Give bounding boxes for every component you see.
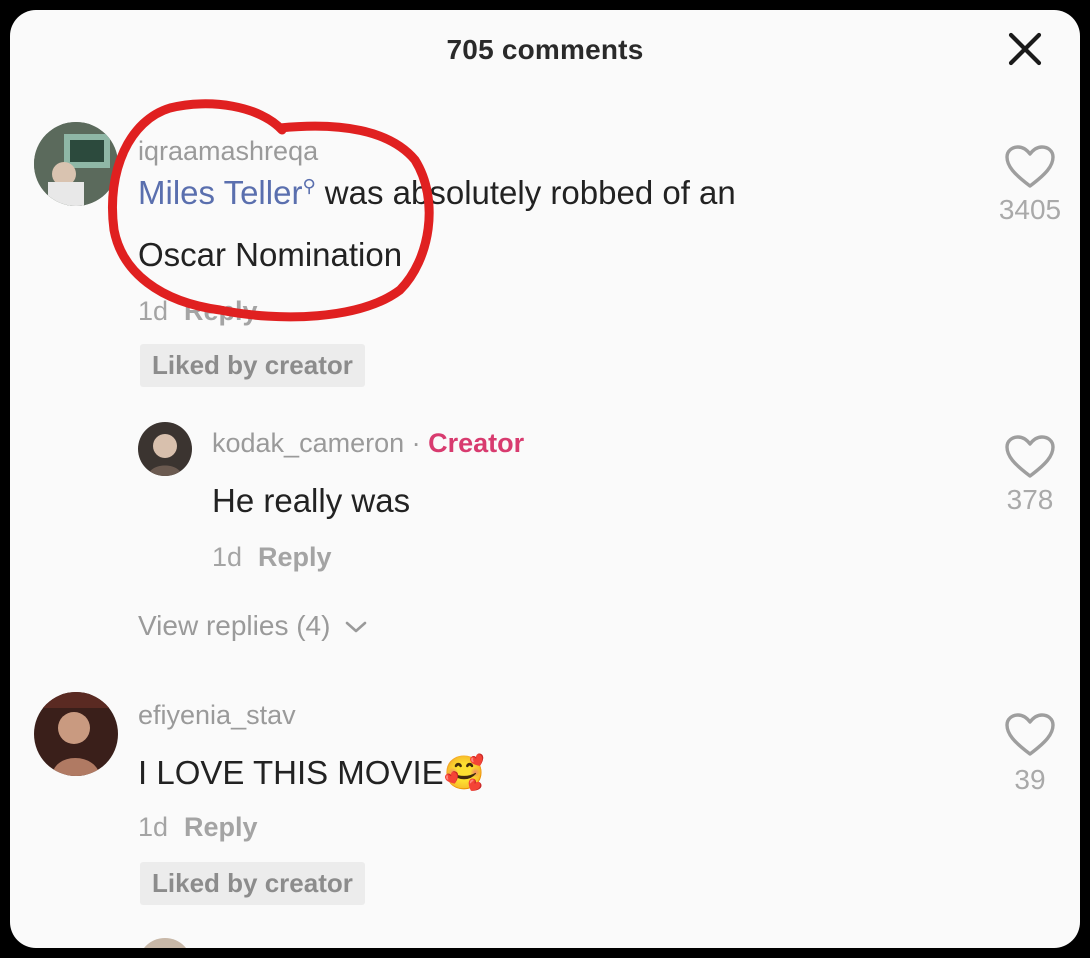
view-replies-button[interactable]: View replies (4) xyxy=(138,610,368,642)
comment-text: Miles Teller⚲ was absolutely robbed of a… xyxy=(138,174,736,212)
like-count: 378 xyxy=(1006,484,1054,515)
view-replies-label: View replies (4) xyxy=(138,610,331,641)
reply-username[interactable]: kodak_cameron xyxy=(212,428,404,458)
avatar[interactable] xyxy=(138,938,192,948)
search-icon: ⚲ xyxy=(302,176,316,196)
avatar-image xyxy=(34,122,118,206)
comment-time: 1d xyxy=(138,812,169,842)
liked-by-creator-badge: Liked by creator xyxy=(140,862,365,905)
reply-button[interactable]: Reply xyxy=(258,542,332,572)
like-count: 3405 xyxy=(998,194,1062,225)
emoji: 🥰 xyxy=(443,754,485,791)
comment-meta: 1d Reply xyxy=(138,812,258,843)
heart-outline-icon[interactable] xyxy=(1004,434,1056,480)
avatar[interactable] xyxy=(34,122,118,206)
avatar[interactable] xyxy=(34,692,118,776)
comment-text-line1: was absolutely robbed of an xyxy=(315,174,736,211)
reply-button[interactable]: Reply xyxy=(184,296,258,326)
separator: · xyxy=(404,428,429,458)
reply-time: 1d xyxy=(212,542,243,572)
creator-label: Creator xyxy=(428,428,525,458)
comment-text-main: I LOVE THIS MOVIE xyxy=(138,754,444,791)
heart-outline-icon[interactable] xyxy=(1004,144,1056,190)
chevron-down-icon xyxy=(345,621,367,633)
comment-username[interactable]: iqraamashreqa xyxy=(138,136,318,167)
comments-count-title: 705 comments xyxy=(446,34,644,65)
liked-by-creator-badge: Liked by creator xyxy=(140,344,365,387)
heart-outline-icon[interactable] xyxy=(1004,712,1056,758)
comments-panel: 705 comments iqraamashreqa Miles Teller⚲… xyxy=(10,10,1080,948)
reply-text: He really was xyxy=(212,482,411,519)
comment-text: I LOVE THIS MOVIE🥰 xyxy=(138,754,485,793)
comment-username[interactable]: efiyenia_stav xyxy=(138,700,296,731)
comment-meta: 1d Reply xyxy=(138,296,258,327)
reply-button[interactable]: Reply xyxy=(184,812,258,842)
like-count: 39 xyxy=(1014,764,1046,795)
comment-time: 1d xyxy=(138,296,169,326)
close-icon[interactable] xyxy=(1004,28,1046,70)
avatar[interactable] xyxy=(138,422,192,476)
avatar-image xyxy=(34,692,118,776)
avatar-image xyxy=(138,422,192,476)
user-mention[interactable]: Miles Teller xyxy=(138,174,302,211)
comment-text-line2: Oscar Nomination xyxy=(138,236,403,273)
reply-meta: 1d Reply xyxy=(212,542,332,573)
reply-username-row: kodak_cameron · Creator xyxy=(212,428,524,459)
